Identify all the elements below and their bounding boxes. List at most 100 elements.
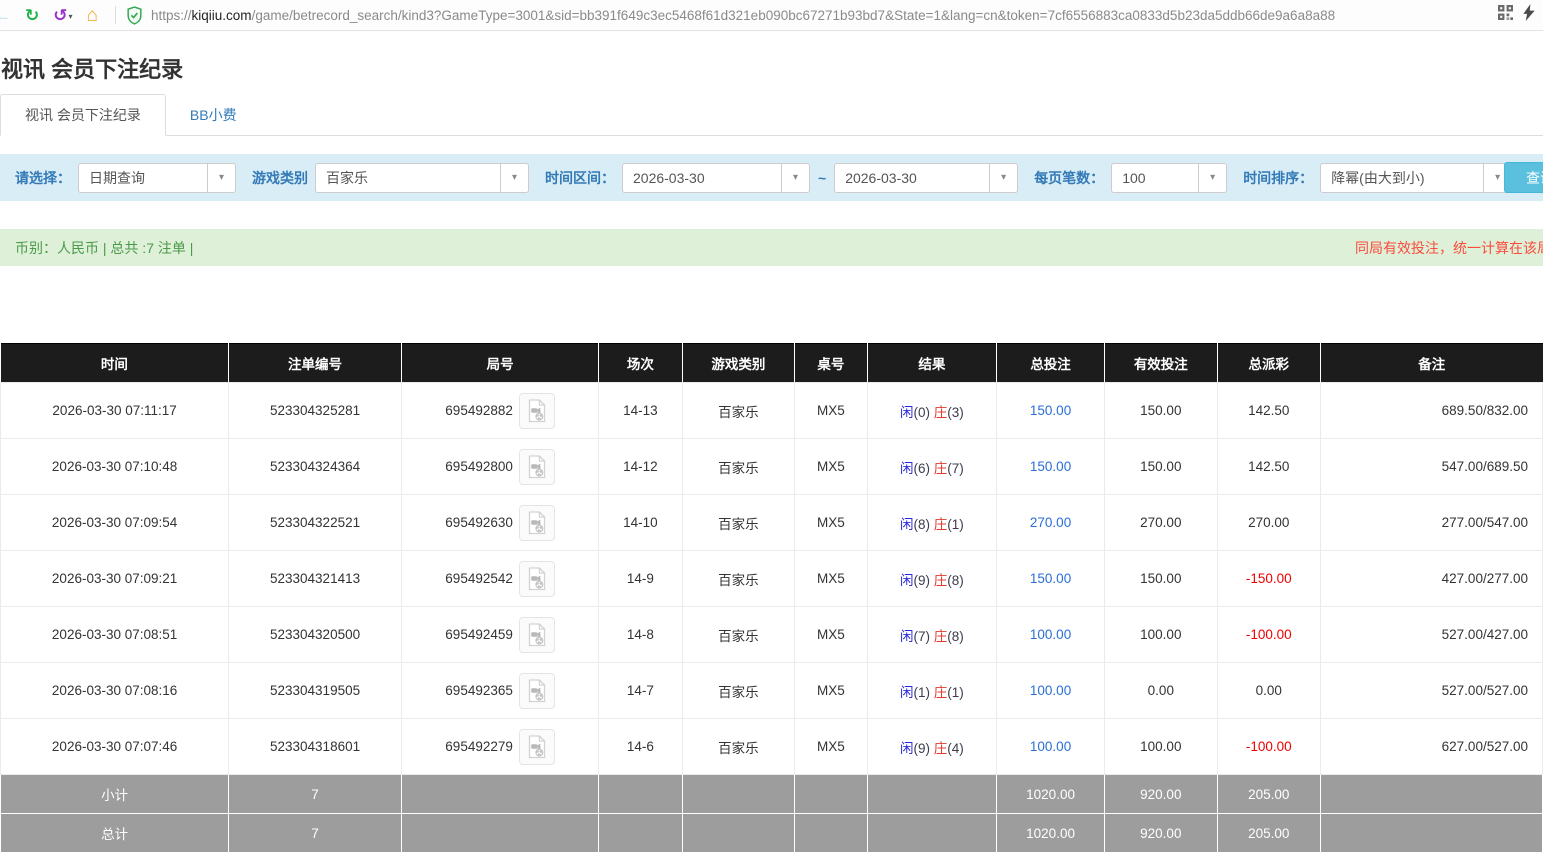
video-replay-button[interactable] [519, 449, 555, 485]
cell-time: 2026-03-30 07:09:21 [1, 551, 229, 607]
cell-round: 695492542 [401, 551, 598, 607]
cell-total-bet: 150.00 [997, 383, 1105, 439]
time-sort-label: 时间排序： [1243, 168, 1313, 188]
video-replay-icon [527, 511, 547, 535]
subtotal-count: 7 [229, 775, 402, 814]
query-type-select[interactable]: 日期查询 ▾ [78, 163, 236, 193]
refresh-icon[interactable]: ↻ [25, 7, 39, 24]
col-header-round: 局号 [401, 344, 598, 383]
video-replay-button[interactable] [519, 393, 555, 429]
date-range-separator: ~ [818, 170, 826, 186]
cell-result: 闲(7) 庄(8) [867, 607, 997, 663]
cell-bet-id: 523304321413 [229, 551, 402, 607]
cell-remark: 627.00/527.00 [1320, 719, 1542, 775]
tab-bb-tips[interactable]: BB小费 [166, 95, 261, 135]
cell-payout: -100.00 [1217, 719, 1320, 775]
time-sort-select[interactable]: 降幂(由大到小) ▾ [1320, 163, 1512, 193]
col-header-valid-bet: 有效投注 [1105, 344, 1218, 383]
total-count: 7 [229, 814, 402, 852]
total-bet-link[interactable]: 150.00 [1030, 459, 1071, 474]
cell-total-bet: 270.00 [997, 495, 1105, 551]
col-header-bet-id: 注单编号 [229, 344, 402, 383]
video-replay-button[interactable] [519, 729, 555, 765]
lightning-bolt-icon[interactable] [1523, 4, 1535, 26]
video-replay-button[interactable] [519, 561, 555, 597]
total-label: 总计 [1, 814, 229, 852]
video-replay-icon [527, 679, 547, 703]
cell-total-bet: 100.00 [997, 663, 1105, 719]
subtotal-payout: 205.00 [1217, 775, 1320, 814]
chevron-down-icon: ▾ [500, 164, 528, 192]
chevron-down-icon: ▾ [781, 164, 809, 192]
cell-game: 百家乐 [682, 663, 795, 719]
total-valid-bet: 920.00 [1105, 814, 1218, 852]
qr-code-icon[interactable] [1498, 5, 1513, 25]
page-size-select[interactable]: 100 ▾ [1111, 163, 1227, 193]
cell-valid-bet: 100.00 [1105, 719, 1218, 775]
subtotal-total-bet: 1020.00 [997, 775, 1105, 814]
cell-payout: -100.00 [1217, 607, 1320, 663]
toolbar-divider [115, 6, 116, 24]
total-bet-link[interactable]: 150.00 [1030, 571, 1071, 586]
table-row: 2026-03-30 07:11:17523304325281695492882… [1, 383, 1543, 439]
col-header-payout: 总派彩 [1217, 344, 1320, 383]
chevron-down-icon: ▾ [207, 164, 235, 192]
cell-time: 2026-03-30 07:10:48 [1, 439, 229, 495]
cell-total-bet: 150.00 [997, 439, 1105, 495]
video-replay-button[interactable] [519, 617, 555, 653]
cell-session: 14-8 [599, 607, 682, 663]
back-icon[interactable]: ← [0, 7, 11, 24]
bet-table-body: 2026-03-30 07:11:17523304325281695492882… [1, 383, 1543, 775]
cell-round: 695492630 [401, 495, 598, 551]
cell-total-bet: 150.00 [997, 551, 1105, 607]
video-replay-button[interactable] [519, 505, 555, 541]
total-bet-link[interactable]: 100.00 [1030, 627, 1071, 642]
date-from-input[interactable]: 2026-03-30 ▾ [622, 163, 810, 193]
cell-time: 2026-03-30 07:09:54 [1, 495, 229, 551]
table-row: 2026-03-30 07:09:21523304321413695492542… [1, 551, 1543, 607]
cell-result: 闲(6) 庄(7) [867, 439, 997, 495]
cell-bet-id: 523304320500 [229, 607, 402, 663]
total-total-bet: 1020.00 [997, 814, 1105, 852]
site-security-shield-icon[interactable] [126, 6, 143, 25]
tab-bar: 视讯 会员下注纪录 BB小费 [0, 98, 1543, 136]
game-category-select[interactable]: 百家乐 ▾ [315, 163, 529, 193]
table-row: 2026-03-30 07:07:46523304318601695492279… [1, 719, 1543, 775]
col-header-session: 场次 [599, 344, 682, 383]
browser-toolbar: ← ↻ ↺▾ ⌂ https://kiqiiu.com/game/betreco… [0, 0, 1543, 31]
cell-result: 闲(9) 庄(8) [867, 551, 997, 607]
url-domain: kiqiiu.com [192, 8, 252, 23]
tab-video-bet-records[interactable]: 视讯 会员下注纪录 [0, 94, 166, 136]
home-icon[interactable]: ⌂ [87, 6, 98, 25]
bet-records-table: 时间 注单编号 局号 场次 游戏类别 桌号 结果 总投注 有效投注 总派彩 备注… [0, 343, 1543, 852]
total-bet-link[interactable]: 150.00 [1030, 403, 1071, 418]
cell-time: 2026-03-30 07:08:51 [1, 607, 229, 663]
search-button[interactable]: 查询 [1504, 162, 1543, 193]
address-bar[interactable]: https://kiqiiu.com/game/betrecord_search… [151, 8, 1490, 23]
col-header-total-bet: 总投注 [997, 344, 1105, 383]
cell-round: 695492800 [401, 439, 598, 495]
total-bet-link[interactable]: 100.00 [1030, 739, 1071, 754]
cell-table-no: MX5 [795, 383, 867, 439]
cell-result: 闲(9) 庄(4) [867, 719, 997, 775]
date-to-input[interactable]: 2026-03-30 ▾ [834, 163, 1018, 193]
cell-time: 2026-03-30 07:11:17 [1, 383, 229, 439]
cell-valid-bet: 270.00 [1105, 495, 1218, 551]
undo-icon[interactable]: ↺▾ [53, 7, 72, 24]
col-header-result: 结果 [867, 344, 997, 383]
total-payout: 205.00 [1217, 814, 1320, 852]
chevron-down-icon: ▾ [69, 12, 73, 21]
cell-game: 百家乐 [682, 607, 795, 663]
cell-payout: -150.00 [1217, 551, 1320, 607]
summary-info-bar: 币别：人民币 | 总共 :7 注单 | 同局有效投注，统一计算在该局 [0, 229, 1543, 266]
video-replay-button[interactable] [519, 673, 555, 709]
video-replay-icon [527, 735, 547, 759]
table-row: 2026-03-30 07:08:51523304320500695492459… [1, 607, 1543, 663]
cell-table-no: MX5 [795, 607, 867, 663]
total-bet-link[interactable]: 100.00 [1030, 683, 1071, 698]
cell-session: 14-13 [599, 383, 682, 439]
cell-remark: 527.00/527.00 [1320, 663, 1542, 719]
cell-bet-id: 523304318601 [229, 719, 402, 775]
total-bet-link[interactable]: 270.00 [1030, 515, 1071, 530]
table-row: 2026-03-30 07:10:48523304324364695492800… [1, 439, 1543, 495]
